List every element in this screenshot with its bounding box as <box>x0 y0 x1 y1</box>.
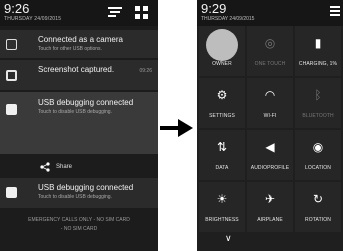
owner-avatar <box>206 29 238 61</box>
quick-settings-grid-icon[interactable] <box>135 6 148 19</box>
tile-location[interactable]: ◉ LOCATION <box>295 130 341 180</box>
clock-date: THURSDAY 24/09/2015 <box>4 16 62 22</box>
clock-time: 9:29 <box>201 1 227 16</box>
notification-subtitle: Touch to disable USB debugging. <box>38 194 112 200</box>
tile-label: WI-FI <box>263 113 277 119</box>
notification-title: USB debugging connected <box>38 183 134 192</box>
wifi-icon: ◠ <box>264 88 276 102</box>
clock-date: THURSDAY 24/09/2015 <box>201 16 255 22</box>
emergency-line-2: - NO SIM CARD <box>60 226 98 232</box>
airplane-icon: ✈ <box>264 192 276 206</box>
image-icon <box>6 70 17 81</box>
status-header: 9:26 THURSDAY 24/09/2015 <box>0 0 158 26</box>
notification-usb-debugging[interactable]: USB debugging connected Touch to disable… <box>0 178 158 208</box>
transition-arrow-icon <box>160 119 193 137</box>
tile-label: LOCATION <box>305 165 331 171</box>
tile-battery[interactable]: ▮ CHARGING, 1% <box>295 26 341 76</box>
tile-label: ROTATION <box>305 217 331 223</box>
status-header: 9:29 THURSDAY 24/09/2015 <box>197 0 343 26</box>
notification-title: USB debugging connected <box>38 98 134 107</box>
share-icon <box>40 162 50 172</box>
gear-icon: ⚙ <box>216 88 228 102</box>
tile-brightness[interactable]: ☀ BRIGHTNESS <box>199 182 245 232</box>
share-label: Share <box>56 164 73 170</box>
notification-usb-camera[interactable]: Connected as a camera Touch for other US… <box>0 30 158 58</box>
notification-time: 09:26 <box>139 68 152 74</box>
tile-label: BLUETOOTH <box>302 113 334 119</box>
settings-sliders-icon[interactable] <box>108 6 122 18</box>
notification-screenshot[interactable]: Screenshot captured. 09:26 <box>0 60 158 90</box>
tile-airplane[interactable]: ✈ AIRPLANE <box>247 182 293 232</box>
tile-data[interactable]: ⇅ DATA <box>199 130 245 180</box>
clock-time: 9:26 <box>4 1 30 16</box>
tile-label: BRIGHTNESS <box>205 217 239 223</box>
tile-label: AUDIOPROFILE <box>250 165 290 171</box>
tile-owner[interactable]: OWNER <box>199 26 245 76</box>
usb-icon <box>6 39 17 50</box>
tile-label: AIRPLANE <box>257 217 283 223</box>
notification-subtitle: Touch to disable USB debugging. <box>38 109 112 115</box>
tile-settings[interactable]: ⚙ SETTINGS <box>199 78 245 128</box>
notifications-list-icon[interactable] <box>330 6 340 16</box>
tile-label: ONE TOUCH <box>254 61 286 67</box>
speaker-icon: ◀ <box>265 140 275 154</box>
tile-label: CHARGING, 1% <box>298 61 338 67</box>
tile-bluetooth[interactable]: ᛒ BLUETOOTH <box>295 78 341 128</box>
tile-rotation[interactable]: ↻ ROTATION <box>295 182 341 232</box>
notification-title: Screenshot captured. <box>38 65 115 74</box>
notification-subtitle: Touch for other USB options. <box>38 46 102 52</box>
tile-label: OWNER <box>212 61 232 67</box>
battery-icon: ▮ <box>314 36 322 50</box>
tile-label: DATA <box>215 165 229 171</box>
one-touch-icon: ◎ <box>264 36 276 50</box>
emergency-line-1: EMERGENCY CALLS ONLY - NO SIM CARD <box>28 217 130 223</box>
notification-title: Connected as a camera <box>38 35 123 44</box>
rotation-icon: ↻ <box>312 192 324 206</box>
tile-wifi[interactable]: ◠ WI-FI <box>247 78 293 128</box>
tile-one-touch[interactable]: ◎ ONE TOUCH <box>247 26 293 76</box>
brightness-icon: ☀ <box>216 192 228 206</box>
tile-audioprofile[interactable]: ◀ AUDIOPROFILE <box>247 130 293 180</box>
notification-shade-screen: 9:26 THURSDAY 24/09/2015 Connected as a … <box>0 0 158 251</box>
notification-usb-debugging-expanded[interactable]: USB debugging connected Touch to disable… <box>0 92 158 154</box>
bluetooth-icon: ᛒ <box>314 88 322 102</box>
tile-label: SETTINGS <box>209 113 235 119</box>
data-arrows-icon: ⇅ <box>216 140 228 154</box>
carrier-status: EMERGENCY CALLS ONLY - NO SIM CARD - NO … <box>0 216 158 234</box>
chevron-down-icon[interactable]: ∨ <box>225 233 232 244</box>
quick-settings-screen: 9:29 THURSDAY 24/09/2015 OWNER ◎ ONE TOU… <box>197 0 343 251</box>
bug-icon <box>6 187 17 198</box>
bug-icon <box>6 104 17 115</box>
location-icon: ◉ <box>312 140 324 154</box>
